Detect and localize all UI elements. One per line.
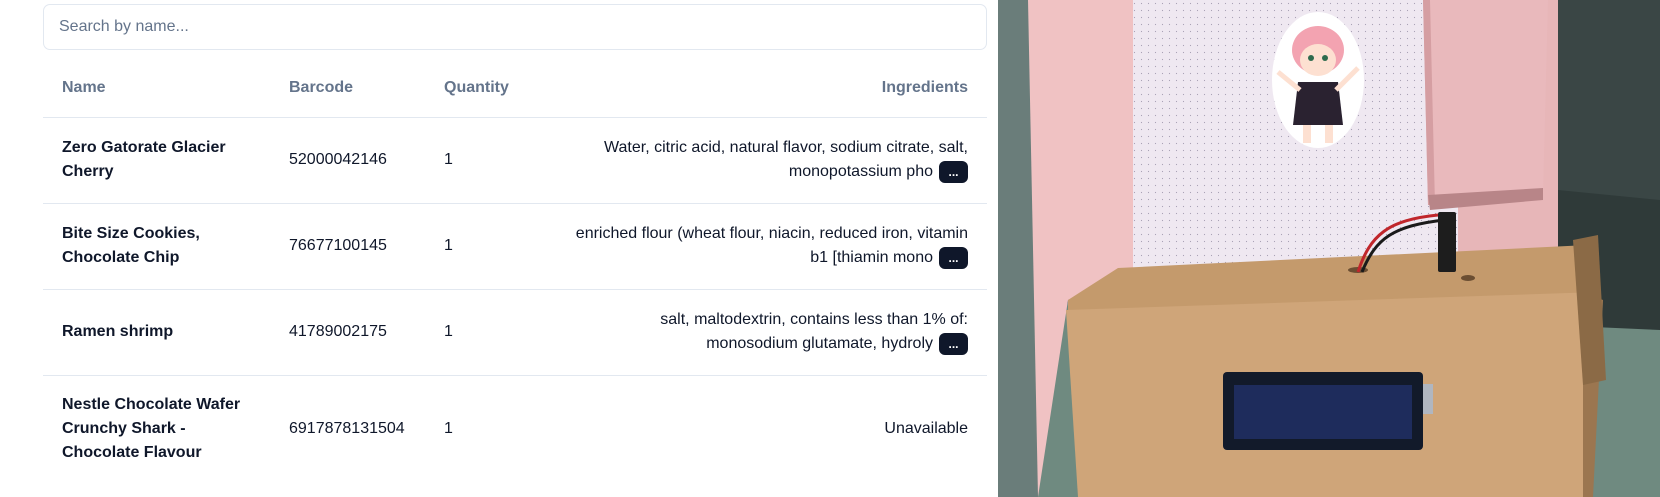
inventory-table: Name Barcode Quantity Ingredients Zero G… [43,60,987,483]
barcode-cell: 52000042146 [270,117,425,204]
lcd-display-icon [1223,372,1433,450]
quantity-cell: 1 [425,203,550,290]
expand-ingredients-button[interactable]: ... [939,332,968,355]
product-name-cell: Nestle Chocolate Wafer Crunchy Shark - C… [62,396,241,462]
quantity-cell: 1 [425,117,550,204]
ingredients-cell: Water, citric acid, natural flavor, sodi… [550,117,987,204]
barcode-cell: 6917878131504 [289,420,405,438]
product-name-cell: Ramen shrimp [43,289,270,376]
table-row[interactable]: Zero Gatorate Glacier Cherry 52000042146… [43,117,987,204]
ingredients-text: Unavailable [884,420,968,438]
quantity-cell: 1 [444,420,453,438]
ingredients-cell: enriched flour (wheat flour, niacin, red… [550,203,987,290]
ingredients-text: salt, maltodextrin, contains less than 1… [660,311,968,352]
ingredients-text: Water, citric acid, natural flavor, sodi… [604,139,968,180]
expand-ingredients-button[interactable]: ... [939,246,968,269]
column-header-quantity[interactable]: Quantity [425,60,550,118]
column-header-ingredients[interactable]: Ingredients [550,60,987,118]
column-header-barcode[interactable]: Barcode [270,60,425,118]
ingredients-cell: salt, maltodextrin, contains less than 1… [550,289,987,376]
column-header-name[interactable]: Name [43,60,270,118]
table-row[interactable]: Bite Size Cookies, Chocolate Chip 766771… [43,203,987,290]
table-header-row: Name Barcode Quantity Ingredients [43,60,987,118]
ingredients-cell: Unavailable [550,375,987,483]
product-name-cell: Bite Size Cookies, Chocolate Chip [43,203,270,290]
inventory-panel: Name Barcode Quantity Ingredients Zero G… [0,0,998,497]
anime-sticker-icon [1272,12,1364,148]
expand-ingredients-button[interactable]: ... [939,160,968,183]
quantity-cell: 1 [425,289,550,376]
product-name-cell: Zero Gatorate Glacier Cherry [43,117,270,204]
table-row[interactable]: Nestle Chocolate Wafer Crunchy Shark - C… [43,375,987,483]
table-row[interactable]: Ramen shrimp 41789002175 1 salt, maltode… [43,289,987,376]
ingredients-text: enriched flour (wheat flour, niacin, red… [575,225,968,266]
barcode-cell: 76677100145 [270,203,425,290]
camera-photo [998,0,1660,497]
search-input[interactable] [43,4,987,50]
barcode-cell: 41789002175 [270,289,425,376]
